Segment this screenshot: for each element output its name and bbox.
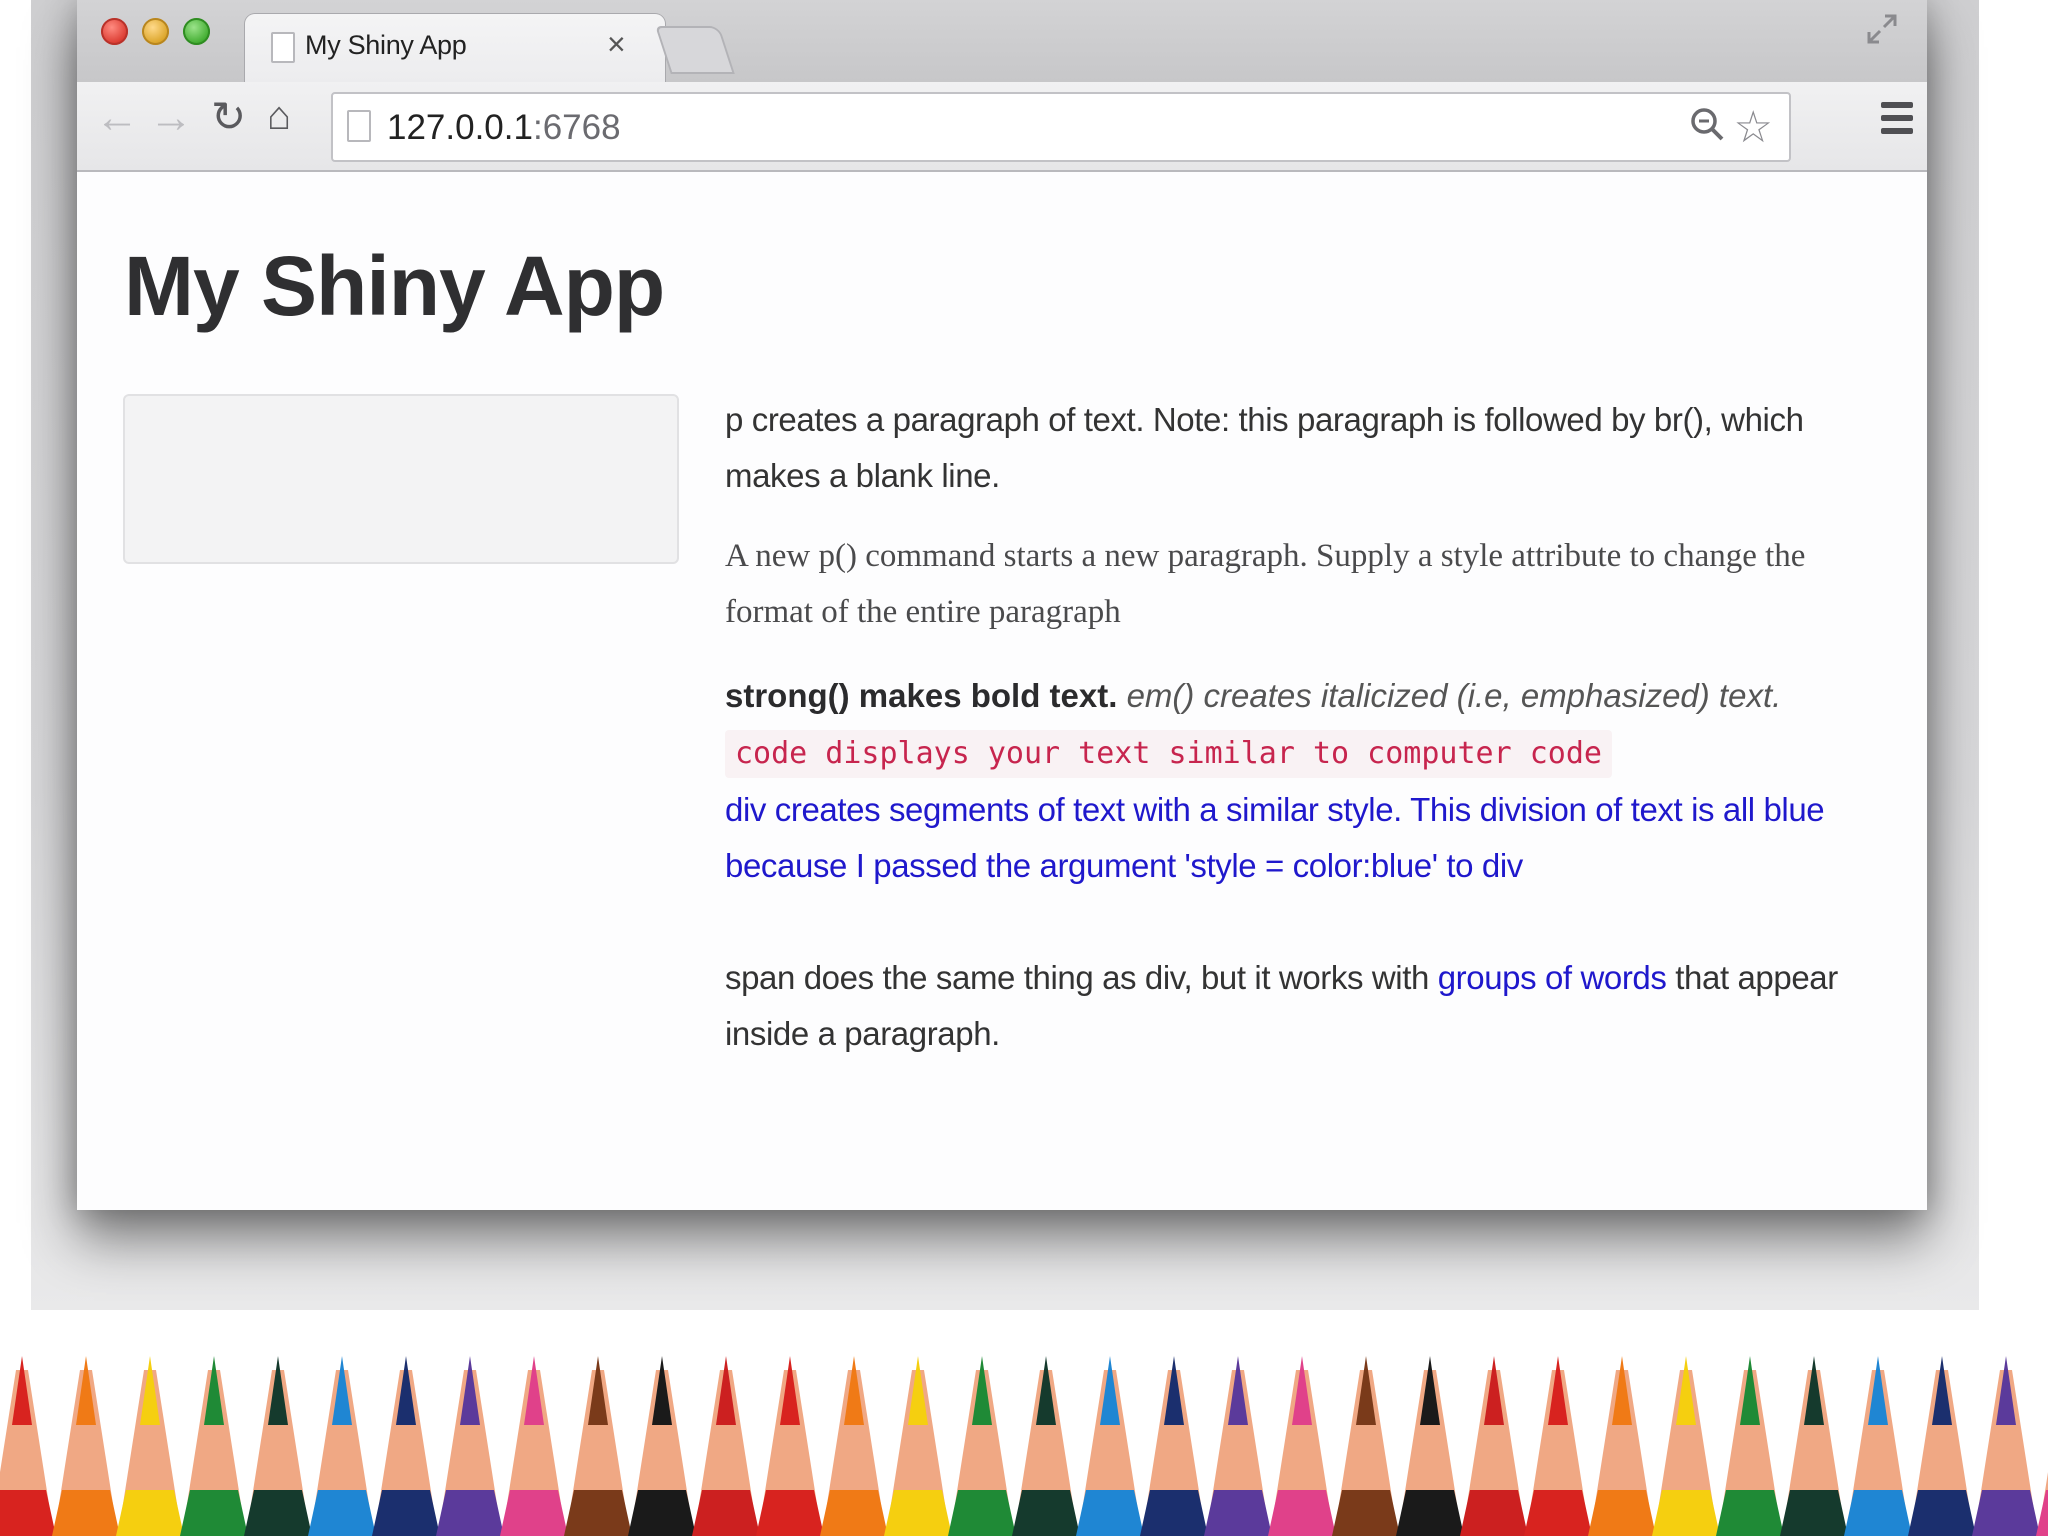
pencil-body	[436, 1490, 504, 1536]
pencil-body	[692, 1490, 760, 1536]
pencil-body	[308, 1490, 376, 1536]
pencil-body	[1076, 1490, 1144, 1536]
pencil-body	[628, 1490, 696, 1536]
page-content: My Shiny App p creates a paragraph of te…	[77, 172, 1927, 1210]
page-title: My Shiny App	[124, 239, 665, 333]
pencil-body	[1588, 1490, 1656, 1536]
pencil-body	[1716, 1490, 1784, 1536]
code-text: code displays your text similar to compu…	[725, 730, 1612, 778]
pencil-body	[500, 1490, 568, 1536]
forward-arrow-icon[interactable]: →	[149, 96, 193, 140]
pencil-body	[1460, 1490, 1528, 1536]
tab-title: My Shiny App	[305, 30, 467, 60]
pencil-body	[1012, 1490, 1080, 1536]
page-icon	[271, 32, 295, 63]
pencil-body	[1332, 1490, 1400, 1536]
main-panel: p creates a paragraph of text. Note: thi…	[725, 392, 1865, 1086]
pencil-body	[1268, 1490, 1336, 1536]
blue-div-text: div creates segments of text with a simi…	[725, 791, 1825, 884]
span-text-before: span does the same thing as div, but it …	[725, 959, 1438, 996]
pencil-body	[884, 1490, 952, 1536]
paragraph-2-styled: A new p() command starts a new paragraph…	[725, 538, 1806, 630]
pencil-body	[2036, 1490, 2048, 1536]
tab-bar: My Shiny App ×	[77, 0, 1927, 84]
zoom-window-button[interactable]	[183, 18, 210, 45]
strong-text: strong() makes bold text.	[725, 677, 1118, 714]
url-host: 127.0.0.1	[387, 108, 533, 147]
url-port: :6768	[532, 108, 621, 147]
colored-pencils-decoration	[0, 1356, 2048, 1536]
fullscreen-icon[interactable]	[1865, 12, 1899, 55]
address-bar[interactable]: 127.0.0.1:6768 ☆	[331, 92, 1791, 162]
paragraph-strong-em: strong() makes bold text. em() creates i…	[725, 668, 1865, 724]
page-icon	[347, 110, 371, 142]
zoom-icon[interactable]	[1689, 106, 1725, 152]
paragraph-span: span does the same thing as div, but it …	[725, 950, 1865, 1062]
pencil-body	[372, 1490, 440, 1536]
sidebar-panel	[123, 394, 679, 564]
pencil-body	[180, 1490, 248, 1536]
reload-icon[interactable]: ↻	[211, 96, 246, 138]
browser-window: My Shiny App × ← → ↻ ⌂ 127.0.0.1:6768 ☆ …	[77, 0, 1927, 1210]
home-icon[interactable]: ⌂	[267, 96, 291, 136]
pencil-body	[1396, 1490, 1464, 1536]
pencil-body	[564, 1490, 632, 1536]
new-tab-button[interactable]	[655, 26, 735, 74]
pencil-body	[1972, 1490, 2040, 1536]
paragraph-1: p creates a paragraph of text. Note: thi…	[725, 401, 1804, 494]
bookmark-star-icon[interactable]: ☆	[1734, 102, 1773, 153]
pencil-body	[1780, 1490, 1848, 1536]
hamburger-menu-icon[interactable]	[1881, 102, 1913, 138]
pencil-body	[756, 1490, 824, 1536]
pencil-body	[1844, 1490, 1912, 1536]
pencil-body	[1908, 1490, 1976, 1536]
pencil-body	[1524, 1490, 1592, 1536]
pencil-body	[1140, 1490, 1208, 1536]
pencil-body	[116, 1490, 184, 1536]
pencil-body	[1204, 1490, 1272, 1536]
pencil-body	[52, 1490, 120, 1536]
minimize-window-button[interactable]	[142, 18, 169, 45]
url-text[interactable]: 127.0.0.1:6768	[387, 108, 621, 148]
close-window-button[interactable]	[101, 18, 128, 45]
tab-close-icon[interactable]: ×	[607, 26, 626, 63]
tab-my-shiny-app[interactable]: My Shiny App ×	[245, 14, 665, 84]
pencil-body	[820, 1490, 888, 1536]
pencil-body	[244, 1490, 312, 1536]
back-arrow-icon[interactable]: ←	[95, 96, 139, 140]
blue-span-text: groups of words	[1437, 959, 1667, 996]
pencil-body	[1652, 1490, 1720, 1536]
em-text: em() creates italicized (i.e, emphasized…	[1126, 677, 1782, 714]
browser-toolbar: ← → ↻ ⌂ 127.0.0.1:6768 ☆	[77, 82, 1927, 172]
pencil-body	[948, 1490, 1016, 1536]
